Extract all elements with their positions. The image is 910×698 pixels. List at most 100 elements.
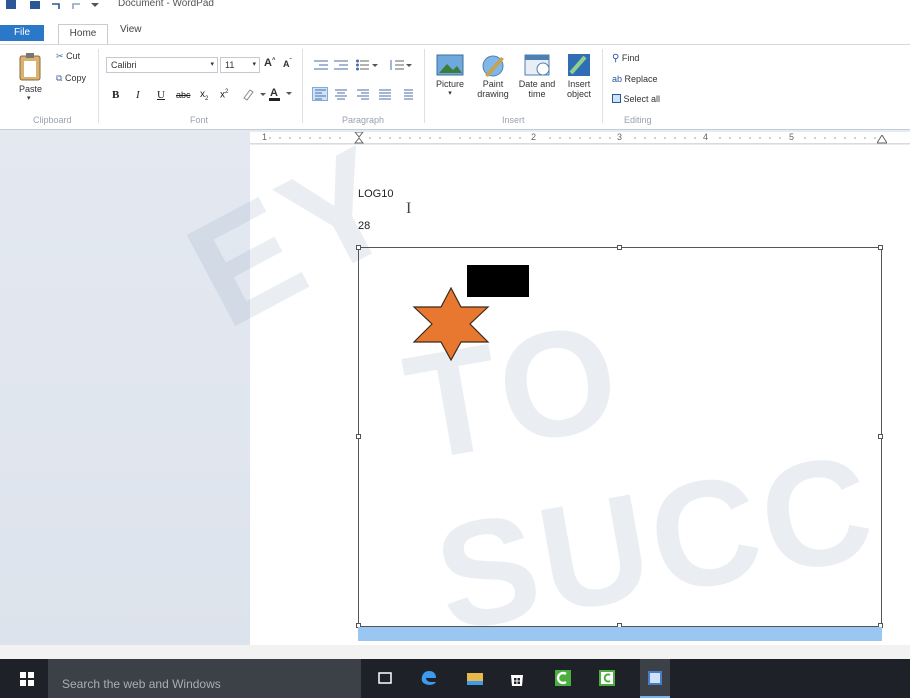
paste-dropdown-icon[interactable]: ▾ <box>27 94 42 102</box>
tab-view[interactable]: View <box>110 22 152 42</box>
quick-save-icon[interactable] <box>30 0 42 10</box>
document-line[interactable]: LOG10 <box>358 188 393 200</box>
resize-handle[interactable] <box>356 434 361 439</box>
store-icon[interactable] <box>508 669 526 687</box>
tab-file[interactable]: File <box>0 25 44 41</box>
insert-picture-button[interactable]: Picture ▾ <box>430 53 470 99</box>
cut-button[interactable]: ✂ Cut <box>56 51 80 62</box>
decrease-indent-icon[interactable] <box>314 59 328 74</box>
ribbon-separator <box>302 49 303 123</box>
camtasia-icon[interactable] <box>554 669 572 687</box>
chevron-down-icon: ▾ <box>448 90 452 97</box>
font-group-label: Font <box>190 115 209 125</box>
bullet-list-icon[interactable] <box>356 59 378 74</box>
line-spacing-icon[interactable] <box>390 59 412 74</box>
editing-group-label: Editing <box>624 115 652 125</box>
font-size-value: 11 <box>225 60 235 70</box>
taskbar: Search the web and Windows <box>0 659 910 698</box>
save-icon[interactable] <box>6 0 16 10</box>
date-time-button[interactable]: Date and time <box>515 53 559 99</box>
insert-object-icon <box>568 54 590 76</box>
taskbar-search-box[interactable]: Search the web and Windows <box>48 659 361 698</box>
insert-group-label: Insert <box>502 115 525 125</box>
cut-label: Cut <box>66 51 81 61</box>
copy-button[interactable]: ⧉ Copy <box>56 73 86 84</box>
font-size-select[interactable]: 11 ▾ <box>220 57 260 73</box>
insert-object-label-1: Insert <box>567 79 591 89</box>
replace-label: Replace <box>624 74 658 84</box>
insert-object-button[interactable]: Insert object <box>560 53 598 99</box>
bold-icon[interactable]: B <box>112 89 119 101</box>
align-left-button[interactable] <box>312 87 328 101</box>
task-view-icon[interactable] <box>376 669 394 687</box>
chevron-down-icon: ▾ <box>252 61 256 68</box>
ruler-number: 3 <box>617 132 623 142</box>
edge-browser-icon[interactable] <box>420 669 438 687</box>
text-cursor-icon: I <box>406 200 412 217</box>
date-time-label-1: Date and <box>518 79 556 89</box>
resize-handle[interactable] <box>878 434 883 439</box>
calendar-clock-icon <box>524 54 550 76</box>
underline-icon[interactable]: U <box>157 89 165 101</box>
file-explorer-icon[interactable] <box>466 669 484 687</box>
star-shape[interactable] <box>412 286 490 362</box>
grow-font-icon[interactable]: A^ <box>264 57 275 69</box>
justify-icon[interactable] <box>378 88 392 103</box>
paste-button[interactable]: Paste ▾ <box>18 53 42 102</box>
copy-label: Copy <box>64 73 86 83</box>
camtasia-recorder-icon[interactable] <box>598 669 616 687</box>
date-time-label-2: time <box>528 89 546 99</box>
svg-text:A: A <box>270 87 278 99</box>
clipboard-group-label: Clipboard <box>33 115 72 125</box>
ruler-number: 4 <box>703 132 709 142</box>
superscript-icon[interactable]: x2 <box>220 89 228 100</box>
windows-start-icon[interactable] <box>20 672 34 686</box>
select-all-button[interactable]: Select all <box>612 94 660 104</box>
ruler-number: 5 <box>789 132 795 142</box>
font-color-icon[interactable]: A <box>268 86 294 105</box>
document-line[interactable]: 28 <box>358 220 370 232</box>
font-family-value: Calibri <box>111 60 137 70</box>
align-center-icon[interactable] <box>334 88 348 103</box>
picture-icon <box>436 54 464 76</box>
window-title: Document - WordPad <box>118 0 214 9</box>
highlight-icon[interactable] <box>242 87 266 104</box>
select-all-label: Select all <box>623 94 661 104</box>
replace-button[interactable]: ab Replace <box>612 74 658 84</box>
wordpad-taskbar-button[interactable] <box>640 659 670 698</box>
shrink-font-icon[interactable]: Aˇ <box>283 59 292 69</box>
title-bar: Document - WordPad <box>0 0 910 12</box>
ribbon-separator <box>602 49 603 123</box>
find-button[interactable]: ⚲ Find <box>612 53 639 64</box>
italic-icon[interactable]: I <box>136 89 140 101</box>
align-right-icon[interactable] <box>356 88 370 103</box>
insert-object-label-2: object <box>566 89 592 99</box>
select-all-icon <box>612 94 621 103</box>
picture-label: Picture <box>435 79 464 89</box>
font-family-select[interactable]: Calibri ▾ <box>106 57 218 73</box>
clipboard-icon <box>19 53 41 81</box>
subscript-icon[interactable]: x2 <box>200 89 208 102</box>
resize-handle[interactable] <box>356 245 361 250</box>
customize-quick-access-icon[interactable] <box>90 0 100 10</box>
strikethrough-icon[interactable]: abc <box>176 90 191 100</box>
wordpad-icon <box>648 671 662 685</box>
chevron-down-icon: ▾ <box>210 61 214 68</box>
paint-drawing-icon <box>482 55 504 77</box>
status-bar <box>0 645 910 659</box>
increase-indent-icon[interactable] <box>334 59 348 74</box>
resize-handle[interactable] <box>878 245 883 250</box>
paragraph-settings-icon[interactable] <box>400 88 414 103</box>
scissors-icon: ✂ <box>56 51 64 61</box>
paint-drawing-label-2: drawing <box>477 89 509 99</box>
undo-icon[interactable] <box>50 0 62 10</box>
resize-handle[interactable] <box>617 245 622 250</box>
replace-icon: ab <box>612 74 623 84</box>
find-label: Find <box>621 53 640 63</box>
tab-home[interactable]: Home <box>58 24 108 44</box>
paint-drawing-button[interactable]: Paint drawing <box>471 53 515 99</box>
ruler-number: 2 <box>531 132 537 142</box>
redo-icon[interactable] <box>70 0 82 10</box>
align-left-icon <box>315 89 326 100</box>
right-indent-marker-icon[interactable] <box>877 135 887 144</box>
